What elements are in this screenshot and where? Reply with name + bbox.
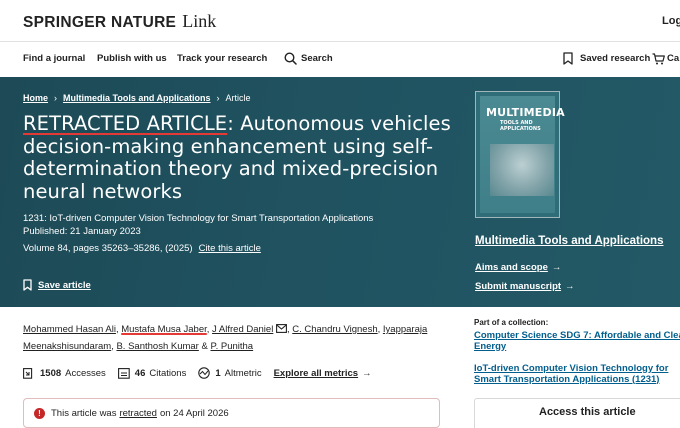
metrics-row: 1508 Accesses 46 Citations 1 Altmetric E… bbox=[23, 367, 372, 379]
nav-saved-research[interactable]: Saved research bbox=[580, 53, 650, 64]
cover-artwork: MULTIMEDIA TOOLS AND APPLICATIONS bbox=[480, 96, 565, 213]
explore-metrics-link[interactable]: Explore all metrics bbox=[274, 368, 358, 379]
author-link[interactable]: B. Santhosh Kumar bbox=[116, 341, 198, 352]
author-link[interactable]: P. Punitha bbox=[210, 341, 253, 352]
mail-icon bbox=[276, 324, 287, 333]
search-icon[interactable] bbox=[284, 52, 297, 65]
author-link[interactable]: Mustafa Musa Jaber bbox=[121, 324, 207, 335]
volume-text: Volume 84, pages 35263–35286, (2025) bbox=[23, 243, 193, 254]
arrow-right-icon: → bbox=[551, 262, 562, 273]
save-article-button[interactable]: Save article bbox=[23, 279, 91, 291]
altmetric-icon bbox=[198, 367, 211, 379]
breadcrumb: Home › Multimedia Tools and Applications… bbox=[23, 93, 251, 103]
submit-manuscript-link[interactable]: Submit manuscript → bbox=[475, 281, 575, 292]
breadcrumb-home[interactable]: Home bbox=[23, 93, 48, 103]
aims-scope-link[interactable]: Aims and scope → bbox=[475, 262, 561, 273]
cover-image bbox=[490, 144, 554, 196]
aims-scope-label: Aims and scope bbox=[475, 262, 548, 273]
breadcrumb-journal[interactable]: Multimedia Tools and Applications bbox=[63, 93, 211, 103]
cite-link[interactable]: Cite this article bbox=[199, 243, 261, 254]
collection-link[interactable]: Computer Science SDG 7: Affordable and C… bbox=[474, 330, 680, 352]
springer-nature-link-logo[interactable]: SPRINGER NATURE Link bbox=[23, 11, 216, 33]
journal-name-link[interactable]: Multimedia Tools and Applications bbox=[475, 235, 663, 247]
main-nav: Find a journal Publish with us Track you… bbox=[0, 42, 680, 77]
notice-prefix: This article was bbox=[51, 407, 117, 419]
altmetric-metric: 1 Altmetric bbox=[198, 367, 262, 379]
altmetric-label: Altmetric bbox=[224, 367, 262, 379]
bookmark-icon[interactable] bbox=[563, 52, 573, 65]
top-bar: SPRINGER NATURE Link Log bbox=[0, 0, 680, 42]
author-list: Mohammed Hasan Ali, Mustafa Musa Jaber, … bbox=[23, 324, 428, 352]
cart-icon[interactable] bbox=[652, 53, 665, 65]
article-title: RETRACTED ARTICLE: Autonomous vehicles d… bbox=[23, 112, 463, 203]
altmetric-count: 1 bbox=[215, 367, 221, 379]
journal-cover[interactable]: MULTIMEDIA TOOLS AND APPLICATIONS bbox=[475, 91, 565, 218]
notice-suffix: on 24 April 2026 bbox=[159, 407, 229, 419]
citations-label: Citations bbox=[149, 367, 187, 379]
logo-product: Link bbox=[182, 11, 217, 31]
citations-icon bbox=[117, 367, 130, 379]
author-link[interactable]: J Alfred Daniel bbox=[212, 324, 273, 335]
accesses-icon bbox=[23, 367, 33, 379]
nav-track-research[interactable]: Track your research bbox=[177, 53, 267, 64]
volume-info: Volume 84, pages 35263–35286, (2025) Cite… bbox=[23, 243, 261, 254]
breadcrumb-current: Article bbox=[225, 93, 251, 103]
arrow-right-icon: → bbox=[565, 281, 575, 292]
author-link[interactable]: C. Chandru Vignesh bbox=[292, 324, 377, 335]
accesses-metric: 1508 Accesses bbox=[23, 368, 106, 379]
author-link[interactable]: Mohammed Hasan Ali bbox=[23, 324, 116, 335]
article-collection-line: 1231: IoT-driven Computer Vision Technol… bbox=[23, 213, 374, 224]
retraction-notice: ! This article was retracted on 24 April… bbox=[23, 398, 440, 428]
logo-brand: SPRINGER NATURE bbox=[23, 14, 177, 31]
accesses-count: 1508 bbox=[40, 367, 62, 379]
access-title: Access this article bbox=[539, 406, 636, 418]
nav-search[interactable]: Search bbox=[301, 53, 333, 64]
nav-find-journal[interactable]: Find a journal bbox=[23, 53, 85, 64]
submit-manuscript-label: Submit manuscript bbox=[475, 281, 562, 292]
citations-metric: 46 Citations bbox=[117, 367, 187, 379]
save-article-label: Save article bbox=[38, 279, 91, 291]
nav-publish[interactable]: Publish with us bbox=[97, 53, 167, 64]
chevron-right-icon: › bbox=[216, 93, 220, 103]
login-link[interactable]: Log bbox=[662, 15, 680, 27]
published-date: Published: 21 January 2023 bbox=[23, 226, 141, 237]
collection-label: Part of a collection: bbox=[474, 318, 549, 327]
retracted-link[interactable]: retracted bbox=[119, 408, 157, 419]
cover-subtitle: TOOLS AND APPLICATIONS bbox=[500, 120, 541, 132]
bookmark-icon bbox=[23, 279, 32, 291]
nav-cart[interactable]: Ca bbox=[667, 53, 679, 64]
alert-icon: ! bbox=[34, 407, 45, 419]
retracted-label: RETRACTED ARTICLE bbox=[23, 112, 228, 135]
collection-link[interactable]: IoT-driven Computer Vision Technology fo… bbox=[474, 363, 680, 385]
cover-title: MULTIMEDIA bbox=[486, 106, 565, 119]
citations-count: 46 bbox=[134, 367, 146, 379]
arrow-right-icon: → bbox=[362, 367, 372, 379]
accesses-label: Accesses bbox=[65, 367, 106, 379]
chevron-right-icon: › bbox=[54, 93, 58, 103]
